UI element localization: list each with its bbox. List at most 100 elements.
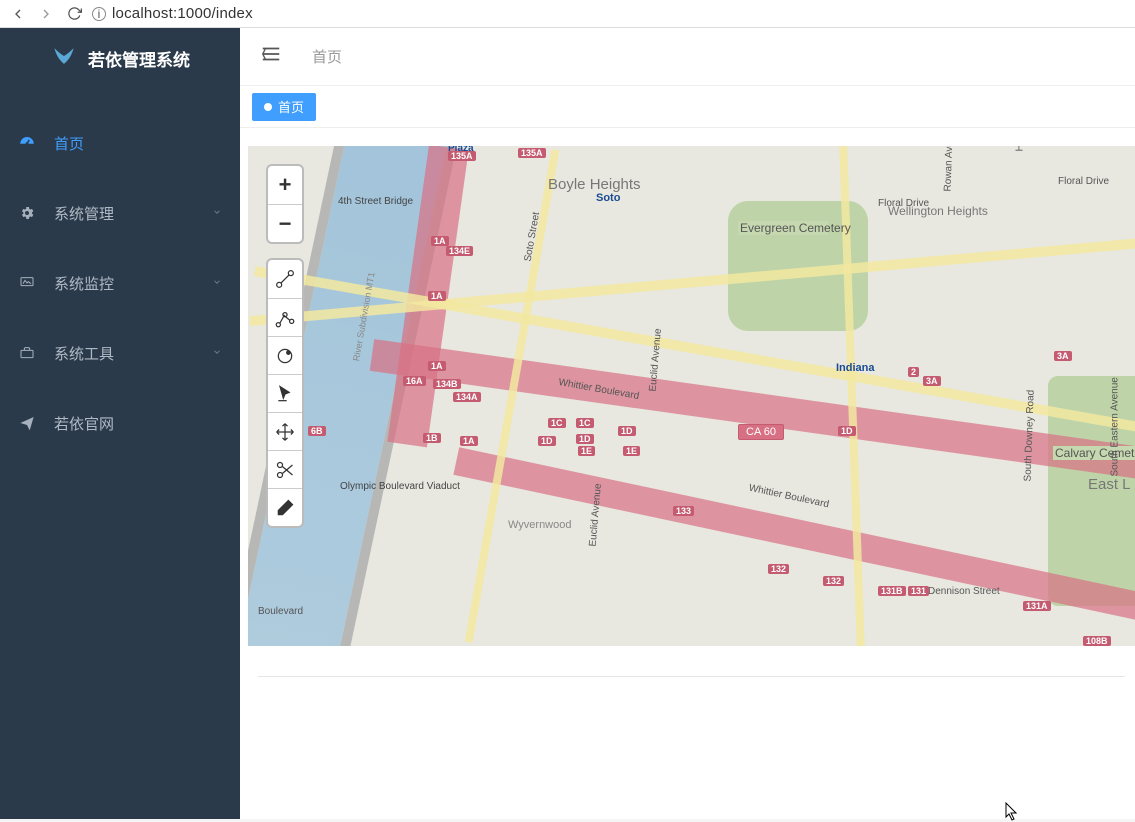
map-label-calvary-cemetery: Calvary Cemetery — [1053, 446, 1135, 460]
toolbox-icon — [18, 345, 36, 361]
sidebar-item-label: 系统监控 — [54, 273, 194, 294]
chevron-down-icon — [212, 346, 222, 360]
draw-circle-tool[interactable] — [268, 336, 302, 374]
draw-polyline-tool[interactable] — [268, 298, 302, 336]
dashboard-icon — [18, 134, 36, 152]
station-soto: Soto — [596, 192, 620, 204]
hwy-shield: 132 — [768, 564, 789, 574]
map-label-evergreen-cemetery: Evergreen Cemetery — [738, 221, 828, 235]
hwy-shield: 134B — [433, 379, 461, 389]
browser-toolbar: i localhost:1000/index — [0, 0, 1135, 28]
logo-icon — [50, 42, 78, 75]
hwy-shield: 1D — [538, 436, 556, 446]
map-label-floral-drive: Floral Drive — [878, 198, 929, 209]
hwy-shield: 131B — [878, 586, 906, 596]
site-info-icon[interactable]: i — [92, 7, 106, 21]
hwy-shield: 132 — [823, 576, 844, 586]
hwy-shield: 1E — [578, 446, 595, 456]
hwy-shield: 108B — [1083, 636, 1111, 646]
toggle-sidebar-button[interactable] — [260, 43, 282, 70]
hwy-shield: 1E — [623, 446, 640, 456]
map-container[interactable]: Boyle Heights Wellington Heights Evergre… — [248, 146, 1135, 646]
sidebar-item-official-site[interactable]: 若依官网 — [0, 388, 240, 458]
back-button[interactable] — [8, 4, 28, 24]
tab-label: 首页 — [278, 97, 304, 116]
zoom-control: + − — [266, 164, 304, 244]
map-label-rowan-ave: Rowan Avenue — [943, 146, 956, 192]
map-label-wyvernwood: Wyvernwood — [508, 519, 571, 531]
station-indiana: Indiana — [836, 362, 875, 374]
hwy-shield: 131 — [908, 586, 929, 596]
gear-icon — [18, 205, 36, 221]
tabbar: 首页 — [240, 86, 1135, 128]
hwy-shield: 1C — [576, 418, 594, 428]
route-pill-ca60: CA 60 — [738, 424, 784, 440]
zoom-in-button[interactable]: + — [268, 166, 302, 204]
app-title: 若依管理系统 — [88, 46, 190, 71]
sidebar-item-label: 首页 — [54, 133, 222, 154]
tab-home[interactable]: 首页 — [252, 93, 316, 121]
draw-line-tool[interactable] — [268, 260, 302, 298]
hwy-shield: 1D — [576, 434, 594, 444]
hwy-shield: 2 — [908, 367, 919, 377]
sidebar-item-home[interactable]: 首页 — [0, 108, 240, 178]
cut-tool[interactable] — [268, 450, 302, 488]
hwy-shield: 134A — [453, 392, 481, 402]
breadcrumb: 首页 — [312, 46, 342, 67]
sidebar: 若依管理系统 首页 系统管理 — [0, 28, 240, 819]
map-canvas[interactable]: Boyle Heights Wellington Heights Evergre… — [248, 146, 1135, 646]
refresh-button[interactable] — [64, 4, 84, 24]
hwy-shield: 133 — [673, 506, 694, 516]
map-label-olympic-blvd: Olympic Boulevard Viaduct — [340, 481, 410, 492]
map-label-sd-road: South Downey Road — [1023, 390, 1037, 482]
hwy-shield: 135A — [448, 151, 476, 161]
logo-row[interactable]: 若依管理系统 — [0, 28, 240, 88]
map-label-boyle-heights: Boyle Heights — [548, 176, 641, 193]
topbar: 首页 — [240, 28, 1135, 86]
hwy-shield: 3A — [923, 376, 941, 386]
map-label-hazard-ave: Hazard Avenue — [1015, 146, 1026, 152]
select-pointer-tool[interactable] — [268, 374, 302, 412]
map-label-boulevard: Boulevard — [258, 606, 303, 617]
hwy-shield: 6B — [308, 426, 326, 436]
sidebar-nav: 首页 系统管理 系统监控 — [0, 88, 240, 458]
zoom-out-button[interactable]: − — [268, 204, 302, 242]
sidebar-item-label: 若依官网 — [54, 413, 222, 434]
map-label-se-ave: South Eastern Avenue — [1110, 377, 1121, 476]
hwy-shield: 131A — [1023, 601, 1051, 611]
forward-button[interactable] — [36, 4, 56, 24]
hwy-shield: 1C — [548, 418, 566, 428]
hwy-shield: 1D — [838, 426, 856, 436]
chevron-down-icon — [212, 276, 222, 290]
erase-tool[interactable] — [268, 488, 302, 526]
sidebar-item-label: 系统管理 — [54, 203, 194, 224]
map-label-whittier-blvd: Whittier Boulevard — [748, 483, 830, 511]
move-tool[interactable] — [268, 412, 302, 450]
address-bar[interactable]: i localhost:1000/index — [92, 5, 1127, 22]
sidebar-item-system-monitor[interactable]: 系统监控 — [0, 248, 240, 318]
hwy-shield: 1A — [460, 436, 478, 446]
hwy-shield: 1B — [423, 433, 441, 443]
hwy-shield: 1A — [428, 291, 446, 301]
map-label-floral-drive: Floral Drive — [1058, 176, 1109, 187]
sidebar-item-system-tools[interactable]: 系统工具 — [0, 318, 240, 388]
hwy-shield: 135A — [518, 148, 546, 158]
hwy-shield: 16A — [403, 376, 426, 386]
paper-plane-icon — [18, 415, 36, 431]
tab-active-dot — [264, 103, 272, 111]
main-content: 首页 首页 — [240, 28, 1135, 819]
draw-toolbar — [266, 258, 304, 528]
monitor-icon — [18, 275, 36, 291]
hwy-shield: 134E — [446, 246, 473, 256]
hwy-shield: 1A — [428, 361, 446, 371]
map-label-4th-st-bridge: 4th Street Bridge — [338, 196, 398, 207]
url-text: localhost:1000/index — [112, 5, 253, 22]
sidebar-item-system-management[interactable]: 系统管理 — [0, 178, 240, 248]
hwy-shield: 1A — [431, 236, 449, 246]
hwy-shield: 1D — [618, 426, 636, 436]
divider — [258, 676, 1125, 677]
map-label-dennison-street: Dennison Street — [928, 586, 1000, 597]
map-label-east-l: East L — [1088, 476, 1131, 493]
mouse-cursor — [1005, 802, 1019, 822]
chevron-down-icon — [212, 206, 222, 220]
